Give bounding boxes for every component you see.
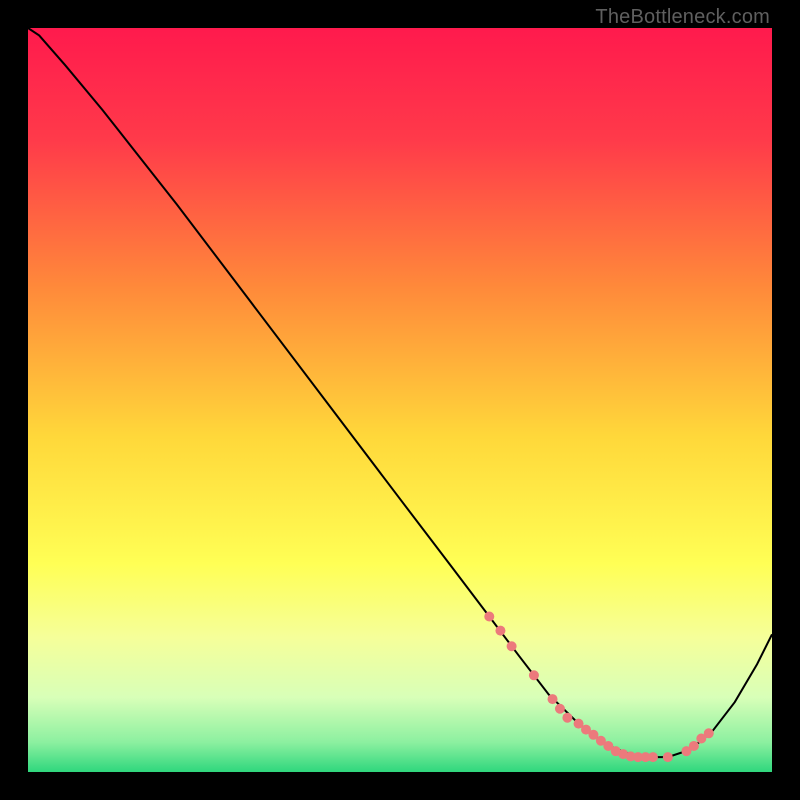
highlight-point [495, 626, 505, 636]
highlight-point [704, 728, 714, 738]
plot-area [28, 28, 772, 772]
highlight-point [663, 752, 673, 762]
attribution-text: TheBottleneck.com [595, 6, 770, 29]
chart-frame: TheBottleneck.com [0, 0, 800, 800]
gradient-background [28, 28, 772, 772]
highlight-point [507, 641, 517, 651]
highlight-point [562, 713, 572, 723]
highlight-point [548, 694, 558, 704]
highlight-point [529, 670, 539, 680]
bottleneck-chart [28, 28, 772, 772]
highlight-point [648, 752, 658, 762]
highlight-point [555, 704, 565, 714]
highlight-point [484, 612, 494, 622]
highlight-point [689, 741, 699, 751]
